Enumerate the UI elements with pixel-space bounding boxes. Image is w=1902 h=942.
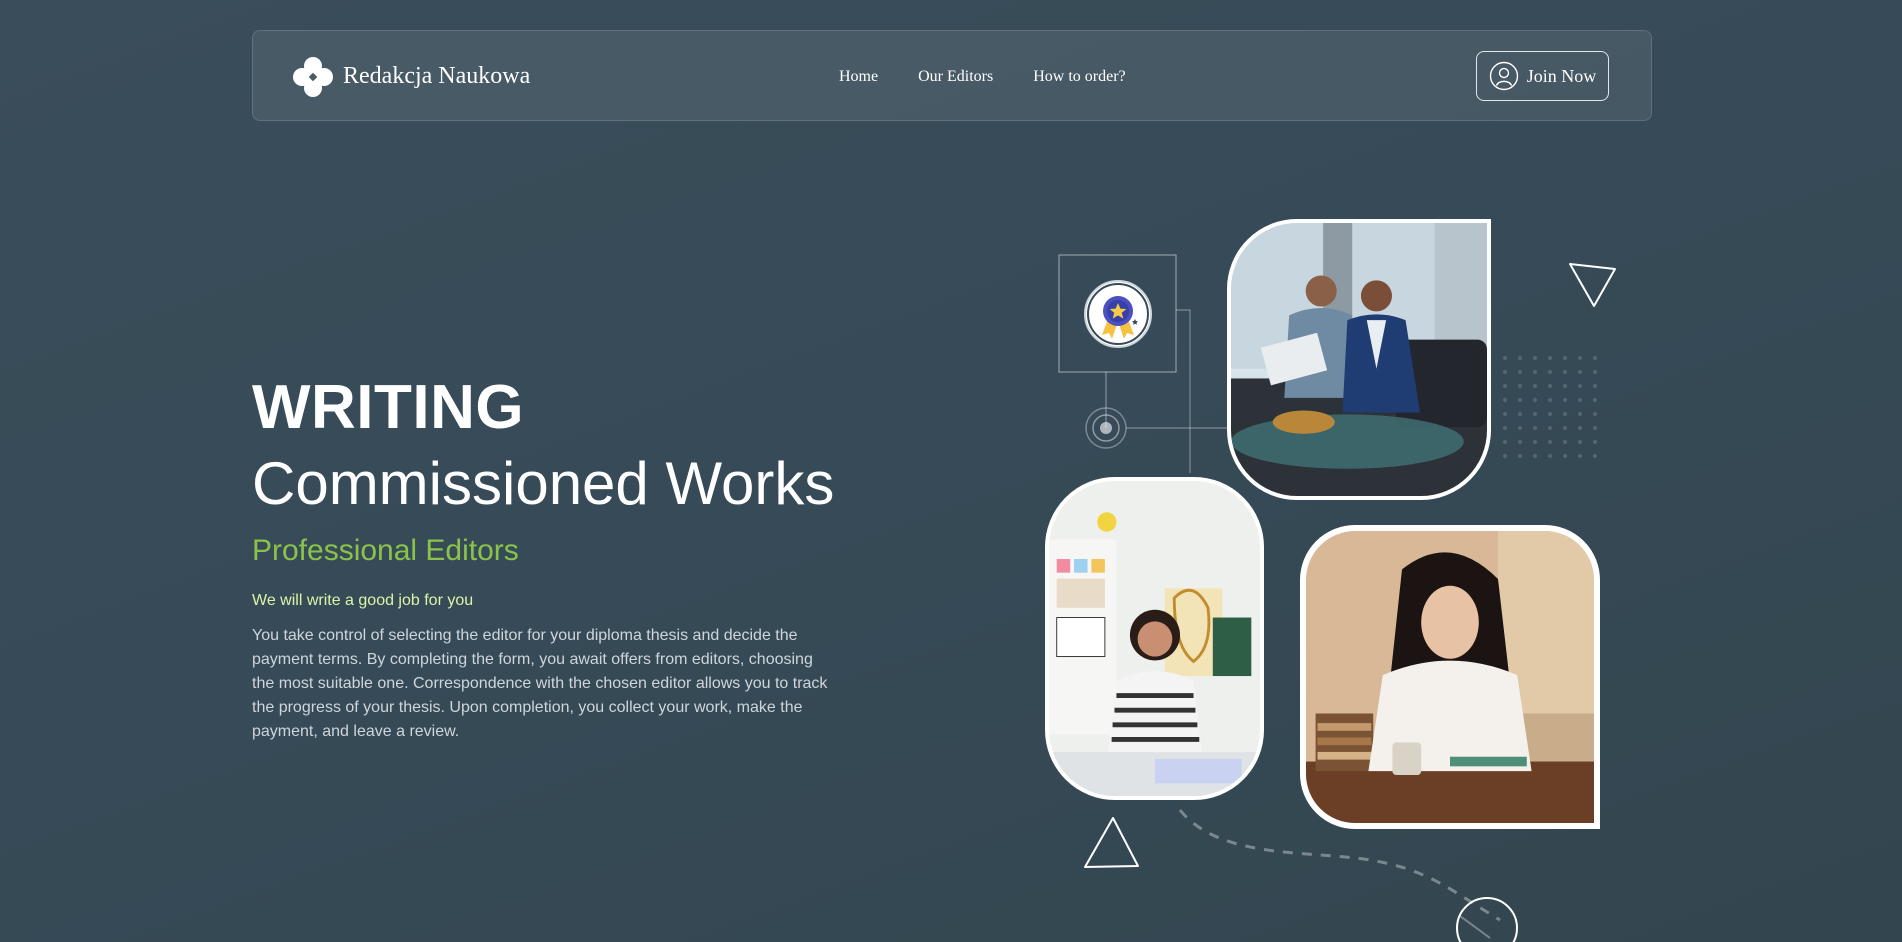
photo-woman-studio bbox=[1045, 477, 1264, 800]
nav-home-link[interactable]: Home bbox=[839, 68, 878, 86]
hero-description: You take control of selecting the editor… bbox=[252, 627, 828, 740]
hero-title-line1: WRITING bbox=[252, 373, 525, 442]
flower-cross-icon bbox=[293, 56, 333, 97]
award-badge-icon bbox=[1084, 280, 1152, 348]
photo-woman-reading bbox=[1300, 525, 1600, 829]
hero-title-line2: Commissioned Works bbox=[252, 450, 835, 517]
join-now-button[interactable]: Join Now bbox=[1476, 51, 1609, 101]
brand-name: Redakcja Naukowa bbox=[343, 63, 531, 89]
main-nav: Home Our Editors How to order? bbox=[839, 31, 1126, 122]
hero-section: WRITING Commissioned Works Professional … bbox=[252, 372, 842, 744]
navbar: Redakcja Naukowa Home Our Editors How to… bbox=[252, 30, 1652, 121]
user-circle-icon bbox=[1489, 61, 1518, 91]
nav-our-editors-link[interactable]: Our Editors bbox=[918, 68, 993, 86]
photo-business-meeting bbox=[1227, 219, 1491, 500]
hero-tagline: We will write a good job for you bbox=[252, 592, 474, 609]
brand[interactable]: Redakcja Naukowa bbox=[293, 31, 530, 122]
hero-subtitle: Professional Editors bbox=[252, 534, 519, 567]
hero-illustration bbox=[1030, 210, 1730, 942]
join-now-label: Join Now bbox=[1526, 65, 1597, 86]
nav-how-to-order-link[interactable]: How to order? bbox=[1033, 68, 1125, 86]
